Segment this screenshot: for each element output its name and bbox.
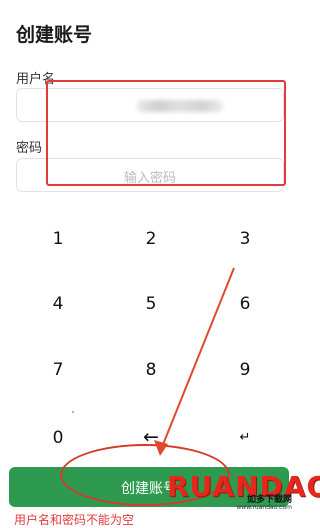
error-message: 用户名和密码不能为空 bbox=[14, 513, 135, 527]
stray-dot bbox=[72, 411, 74, 413]
key-0[interactable]: 0 bbox=[38, 428, 78, 448]
key-1[interactable]: 1 bbox=[38, 229, 78, 249]
highlight-box bbox=[46, 80, 286, 186]
watermark-brand: RUANDAO bbox=[167, 470, 320, 503]
key-7[interactable]: 7 bbox=[38, 360, 78, 380]
page-title: 创建账号 bbox=[16, 24, 93, 46]
watermark-logo: RUANDAO 如多下载网 www.ruandao.com bbox=[165, 470, 320, 526]
key-6[interactable]: 6 bbox=[225, 294, 265, 314]
key-4[interactable]: 4 bbox=[38, 294, 78, 314]
key-9[interactable]: 9 bbox=[225, 360, 265, 380]
key-3[interactable]: 3 bbox=[225, 229, 265, 249]
key-8[interactable]: 8 bbox=[131, 360, 171, 380]
enter-key[interactable]: ↵ bbox=[225, 430, 265, 445]
password-label: 密码 bbox=[16, 141, 43, 156]
key-5[interactable]: 5 bbox=[131, 294, 171, 314]
key-2[interactable]: 2 bbox=[131, 229, 171, 249]
watermark-url: www.ruandao.com bbox=[236, 504, 292, 511]
